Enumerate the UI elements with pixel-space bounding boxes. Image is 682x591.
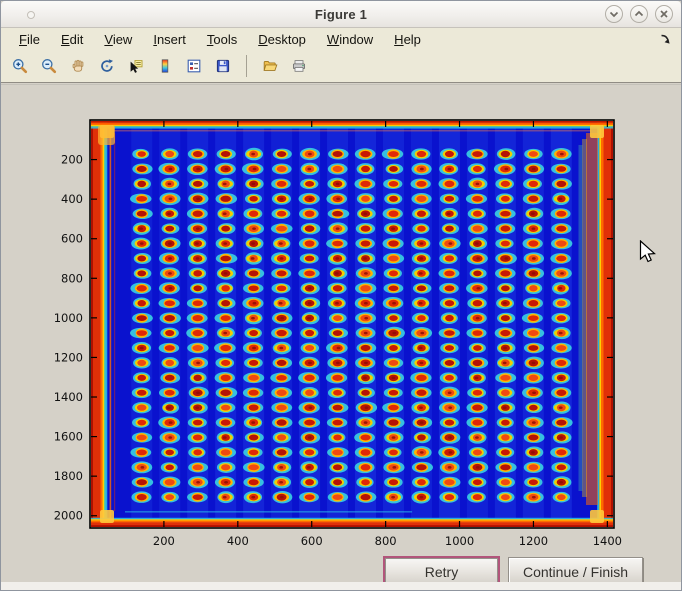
x-tick-label: 1400 bbox=[593, 534, 622, 548]
x-tick-label: 200 bbox=[153, 534, 175, 548]
rotate-3d-button[interactable] bbox=[96, 55, 118, 77]
data-cursor-icon bbox=[128, 58, 144, 74]
y-tick-label: 600 bbox=[61, 232, 83, 246]
insert-colorbar-button[interactable] bbox=[154, 55, 176, 77]
print-icon bbox=[291, 58, 307, 74]
menu-label: esktop bbox=[268, 32, 306, 47]
menu-mnemonic: E bbox=[61, 32, 70, 47]
menu-item-desktop[interactable]: Desktop bbox=[254, 31, 310, 48]
pan-icon bbox=[70, 58, 86, 74]
menu-item-view[interactable]: View bbox=[100, 31, 136, 48]
zoom-out-button[interactable] bbox=[38, 55, 60, 77]
menu-mnemonic: H bbox=[394, 32, 403, 47]
window-title: Figure 1 bbox=[1, 7, 681, 22]
pan-button[interactable] bbox=[67, 55, 89, 77]
save-button[interactable] bbox=[212, 55, 234, 77]
figure-window: Figure 1 File Edit View Insert Tools Desktop W… bbox=[0, 0, 682, 591]
insert-colorbar-icon bbox=[157, 58, 173, 74]
insert-legend-icon bbox=[186, 58, 202, 74]
window-controls bbox=[605, 5, 673, 23]
y-tick-label: 800 bbox=[61, 271, 83, 285]
y-tick-label: 2000 bbox=[54, 509, 83, 523]
menu-item-tools[interactable]: Tools bbox=[203, 31, 241, 48]
zoom-in-button[interactable] bbox=[9, 55, 31, 77]
menu-item-edit[interactable]: Edit bbox=[57, 31, 87, 48]
x-tick-label: 800 bbox=[375, 534, 397, 548]
close-icon bbox=[656, 6, 672, 22]
y-tick-label: 1400 bbox=[54, 390, 83, 404]
y-tick-label: 1600 bbox=[54, 430, 83, 444]
menu-item-file[interactable]: File bbox=[15, 31, 44, 48]
data-cursor-button[interactable] bbox=[125, 55, 147, 77]
unshade-button[interactable] bbox=[630, 5, 648, 23]
chevron-up-icon bbox=[631, 6, 647, 22]
figure-canvas: 200 400 600 800 1000 1200 1400 200 400 600 800 1000… bbox=[1, 84, 682, 584]
zoom-in-icon bbox=[12, 58, 28, 74]
x-tick-label: 400 bbox=[227, 534, 249, 548]
y-tick-label: 400 bbox=[61, 192, 83, 206]
shade-button[interactable] bbox=[605, 5, 623, 23]
menu-mnemonic: D bbox=[258, 32, 267, 47]
menu-mnemonic: W bbox=[327, 32, 339, 47]
toolbar-separator bbox=[246, 55, 247, 77]
menu-label: ools bbox=[213, 32, 237, 47]
insert-legend-button[interactable] bbox=[183, 55, 205, 77]
menu-bar: File Edit View Insert Tools Desktop Window Help bbox=[1, 28, 681, 50]
x-tick-label: 600 bbox=[301, 534, 323, 548]
heatmap-axes: 200 400 600 800 1000 1200 1400 200 400 600 800 1000… bbox=[1, 85, 682, 585]
menu-label: indow bbox=[339, 32, 373, 47]
menu-item-help[interactable]: Help bbox=[390, 31, 425, 48]
menu-label: dit bbox=[70, 32, 84, 47]
y-tick-label: 200 bbox=[61, 153, 83, 167]
menu-label: ile bbox=[27, 32, 40, 47]
dock-figure-icon[interactable] bbox=[659, 33, 672, 46]
rotate-3d-icon bbox=[99, 58, 115, 74]
save-icon bbox=[215, 58, 231, 74]
y-tick-label: 1000 bbox=[54, 311, 83, 325]
y-tick-label: 1200 bbox=[54, 350, 83, 364]
zoom-out-icon bbox=[41, 58, 57, 74]
chevron-down-icon bbox=[606, 6, 622, 22]
x-tick-label: 1000 bbox=[445, 534, 474, 548]
print-button[interactable] bbox=[288, 55, 310, 77]
menu-label: elp bbox=[404, 32, 421, 47]
menu-mnemonic: F bbox=[19, 32, 27, 47]
y-tick-label: 1800 bbox=[54, 469, 83, 483]
menu-item-insert[interactable]: Insert bbox=[149, 31, 190, 48]
toolbar bbox=[1, 50, 681, 83]
close-button[interactable] bbox=[655, 5, 673, 23]
menu-item-window[interactable]: Window bbox=[323, 31, 377, 48]
title-bar[interactable]: Figure 1 bbox=[1, 1, 681, 28]
menu-label: iew bbox=[113, 32, 133, 47]
menu-mnemonic: V bbox=[104, 32, 112, 47]
x-tick-label: 1200 bbox=[519, 534, 548, 548]
menu-label: nsert bbox=[157, 32, 186, 47]
open-icon bbox=[262, 58, 278, 74]
window-bottom-edge bbox=[1, 582, 682, 590]
open-button[interactable] bbox=[259, 55, 281, 77]
